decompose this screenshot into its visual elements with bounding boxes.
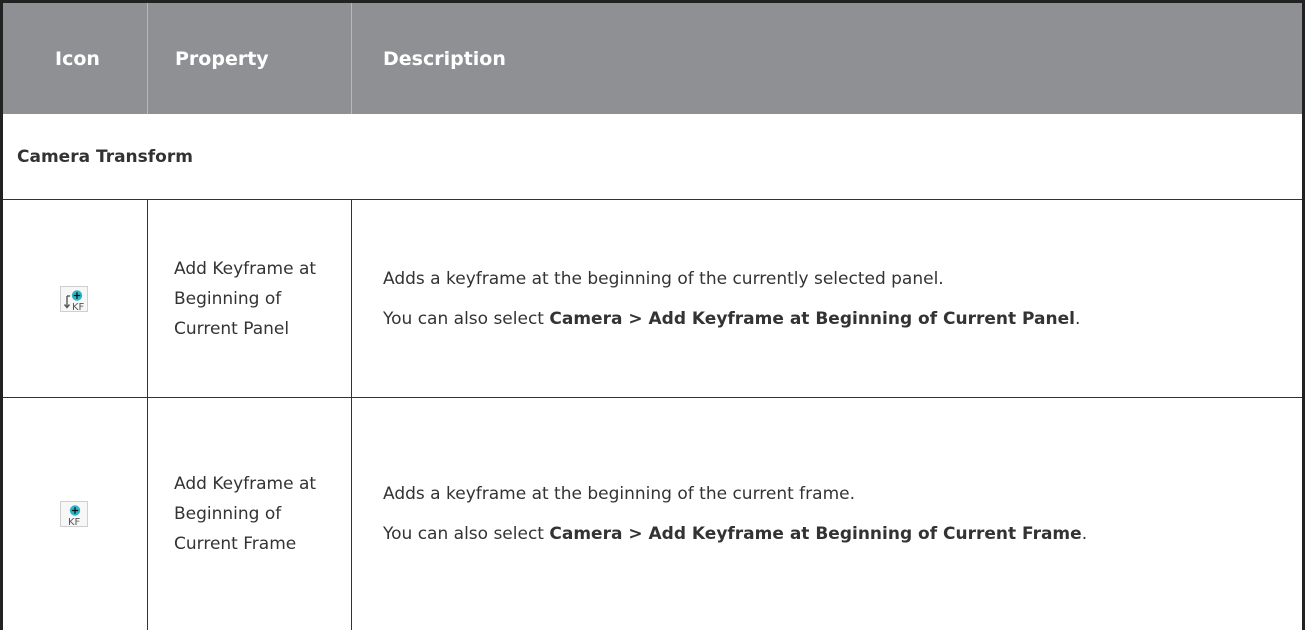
menu-hint-suffix: . <box>1081 524 1088 544</box>
svg-text:KF: KF <box>72 302 85 313</box>
header-description: Description <box>383 47 506 70</box>
menu-path: Camera > Add Keyframe at Beginning of Cu… <box>549 524 1082 544</box>
description-cell: Adds a keyframe at the beginning of the … <box>383 200 1285 397</box>
section-row: Camera Transform <box>0 114 1305 200</box>
column-divider <box>147 200 148 630</box>
add-keyframe-current-frame-icon: KF <box>59 501 88 528</box>
svg-text:KF: KF <box>68 517 81 528</box>
menu-path: Camera > Add Keyframe at Beginning of Cu… <box>549 308 1075 329</box>
description-cell: Adds a keyframe at the beginning of the … <box>383 398 1285 630</box>
table-header: Icon Property Description <box>0 0 1305 114</box>
header-icon: Icon <box>55 47 100 70</box>
description-text: Adds a keyframe at the beginning of the … <box>383 484 855 504</box>
property-name: Add Keyframe at Beginning of Current Fra… <box>174 474 317 554</box>
property-table: Icon Property Description Camera Transfo… <box>0 0 1305 630</box>
add-keyframe-beginning-panel-icon: KF <box>59 285 88 313</box>
column-divider <box>351 200 352 630</box>
header-divider <box>351 3 352 114</box>
icon-cell: KF <box>0 398 147 630</box>
section-title: Camera Transform <box>17 147 193 167</box>
menu-hint: You can also select Camera > Add Keyfram… <box>383 522 1285 546</box>
header-divider <box>147 3 148 114</box>
menu-hint: You can also select Camera > Add Keyfram… <box>383 307 1285 331</box>
table-border-left <box>0 0 3 630</box>
description-text: Adds a keyframe at the beginning of the … <box>383 268 944 289</box>
menu-hint-suffix: . <box>1075 308 1081 329</box>
menu-hint-prefix: You can also select <box>383 524 550 544</box>
icon-cell: KF <box>0 200 147 397</box>
table-row: KF Add Keyframe at Beginning of Current … <box>0 398 1305 630</box>
header-property: Property <box>175 47 269 70</box>
table-row: KF Add Keyframe at Beginning of Current … <box>0 200 1305 398</box>
property-name: Add Keyframe at Beginning of Current Pan… <box>174 258 317 339</box>
menu-hint-prefix: You can also select <box>383 308 550 329</box>
